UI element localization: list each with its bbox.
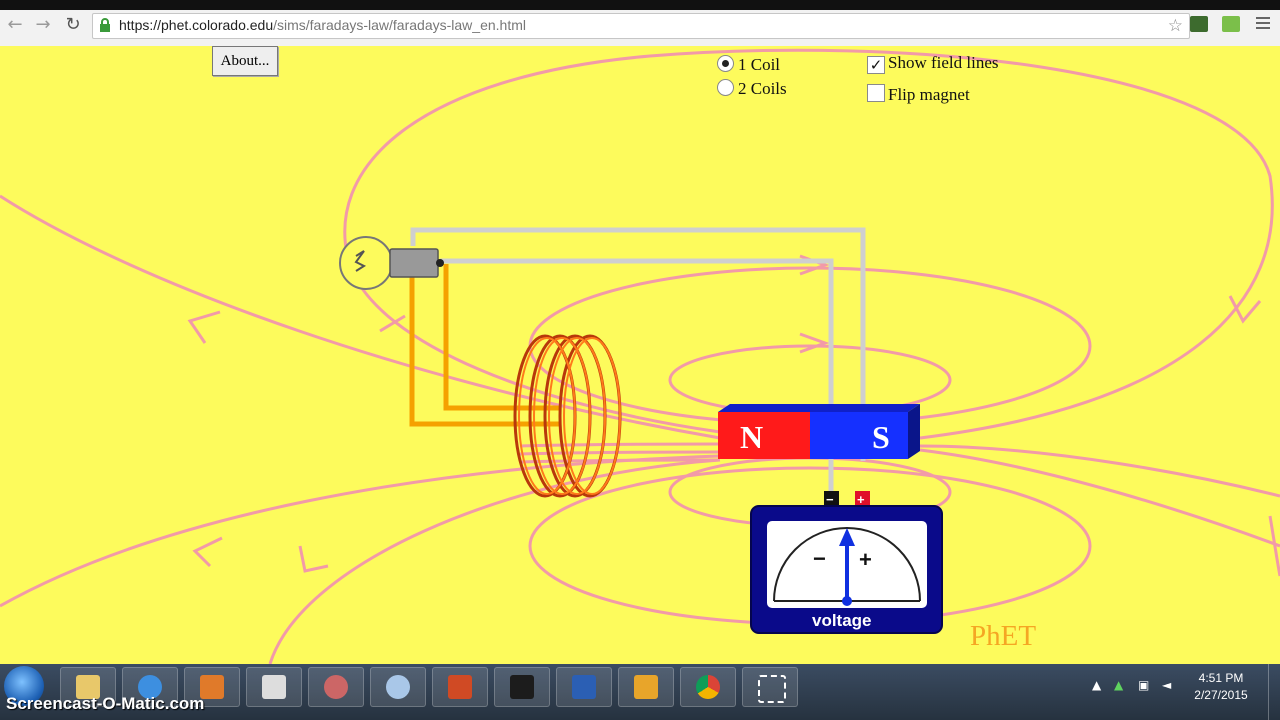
screen-capture-icon	[758, 675, 786, 703]
clock-time: 4:51 PM	[1198, 671, 1244, 685]
bar-magnet[interactable]: N S	[718, 404, 920, 459]
checkbox-checked-icon[interactable]: ✓	[867, 56, 885, 74]
field-lines	[0, 48, 1280, 664]
drive-icon[interactable]: ▲	[1114, 678, 1123, 692]
terminal-plus-label: +	[857, 492, 865, 507]
url-host: https://phet.colorado.edu	[119, 17, 274, 33]
taskbar-app-4[interactable]	[246, 667, 302, 707]
powerpoint-icon	[448, 675, 472, 699]
taskbar-outlook[interactable]	[618, 667, 674, 707]
show-desktop-button[interactable]	[1268, 664, 1280, 720]
clock[interactable]: 4:51 PM 2/27/2015	[1186, 670, 1256, 704]
voltmeter: − + − + voltage	[750, 491, 943, 634]
taskbar-powerpoint[interactable]	[432, 667, 488, 707]
checkbox-empty-icon[interactable]	[867, 84, 885, 102]
radio-2-coils-label: 2 Coils	[738, 79, 787, 98]
document-icon	[262, 675, 286, 699]
address-bar[interactable]: https://phet.colorado.edu/sims/faradays-…	[92, 13, 1190, 39]
network-icon[interactable]: ▣	[1138, 678, 1149, 692]
screencast-watermark: Screencast-O-Matic.com	[6, 694, 205, 713]
app-icon	[324, 675, 348, 699]
taskbar-app-8[interactable]	[494, 667, 550, 707]
outlook-icon	[634, 675, 658, 699]
word-icon	[572, 675, 596, 699]
magnet-north-label: N	[740, 419, 763, 455]
checkbox-flip-magnet-label: Flip magnet	[888, 85, 970, 104]
paint-icon	[386, 675, 410, 699]
extension-icon-2[interactable]	[1222, 16, 1240, 32]
meter-minus-sign: −	[813, 546, 826, 571]
clock-date: 2/27/2015	[1194, 688, 1248, 702]
simulation-area: N S − + − + voltage About... 1 Coil 2 Co…	[0, 46, 1280, 664]
radio-2-coils[interactable]: 2 Coils	[717, 79, 787, 99]
radio-button-icon[interactable]	[717, 79, 734, 96]
sim-canvas: N S − + − + voltage	[0, 48, 1280, 664]
radio-1-coil-label: 1 Coil	[738, 55, 781, 74]
url-path: /sims/faradays-law/faradays-law_en.html	[273, 17, 526, 33]
taskbar-app-5[interactable]	[308, 667, 364, 707]
light-bulb	[339, 236, 444, 290]
tray-expand-icon[interactable]: ▲	[1092, 678, 1101, 692]
tab-strip	[0, 0, 1280, 10]
back-arrow-icon[interactable]: ←	[4, 14, 26, 36]
url-text[interactable]: https://phet.colorado.edu/sims/faradays-…	[119, 17, 526, 33]
app-icon	[510, 675, 534, 699]
taskbar-paint[interactable]	[370, 667, 426, 707]
extension-icon-1[interactable]	[1190, 16, 1208, 32]
taskbar: Screencast-O-Matic.com ▲ ▲ ▣ ◄ 4:51 PM 2…	[0, 664, 1280, 720]
terminal-minus-label: −	[826, 492, 834, 507]
checkbox-show-field-lines[interactable]: ✓ Show field lines	[867, 53, 999, 74]
taskbar-screencast[interactable]	[742, 667, 798, 707]
meter-voltage-label: voltage	[812, 611, 872, 630]
lock-icon	[100, 18, 110, 32]
phet-logo[interactable]: PhET	[970, 620, 1036, 653]
checkbox-show-field-lines-label: Show field lines	[888, 53, 999, 72]
magnet-north-pole	[718, 412, 810, 459]
taskbar-chrome[interactable]	[680, 667, 736, 707]
checkbox-flip-magnet[interactable]: Flip magnet	[867, 84, 970, 105]
about-button[interactable]: About...	[212, 46, 278, 76]
chrome-icon	[696, 675, 720, 699]
reload-icon[interactable]: ↻	[62, 14, 84, 36]
radio-1-coil[interactable]: 1 Coil	[717, 55, 780, 75]
bookmark-star-icon[interactable]: ☆	[1168, 16, 1183, 36]
forward-arrow-icon[interactable]: →	[32, 14, 54, 36]
browser-toolbar: ← → ↻ https://phet.colorado.edu/sims/far…	[0, 0, 1280, 47]
meter-plus-sign: +	[859, 547, 872, 572]
radio-button-selected-icon[interactable]	[717, 55, 734, 72]
magnet-south-label: S	[872, 419, 890, 455]
taskbar-word[interactable]	[556, 667, 612, 707]
volume-icon[interactable]: ◄	[1162, 678, 1171, 692]
menu-icon[interactable]	[1256, 17, 1270, 32]
magnet-south-pole	[810, 412, 908, 459]
